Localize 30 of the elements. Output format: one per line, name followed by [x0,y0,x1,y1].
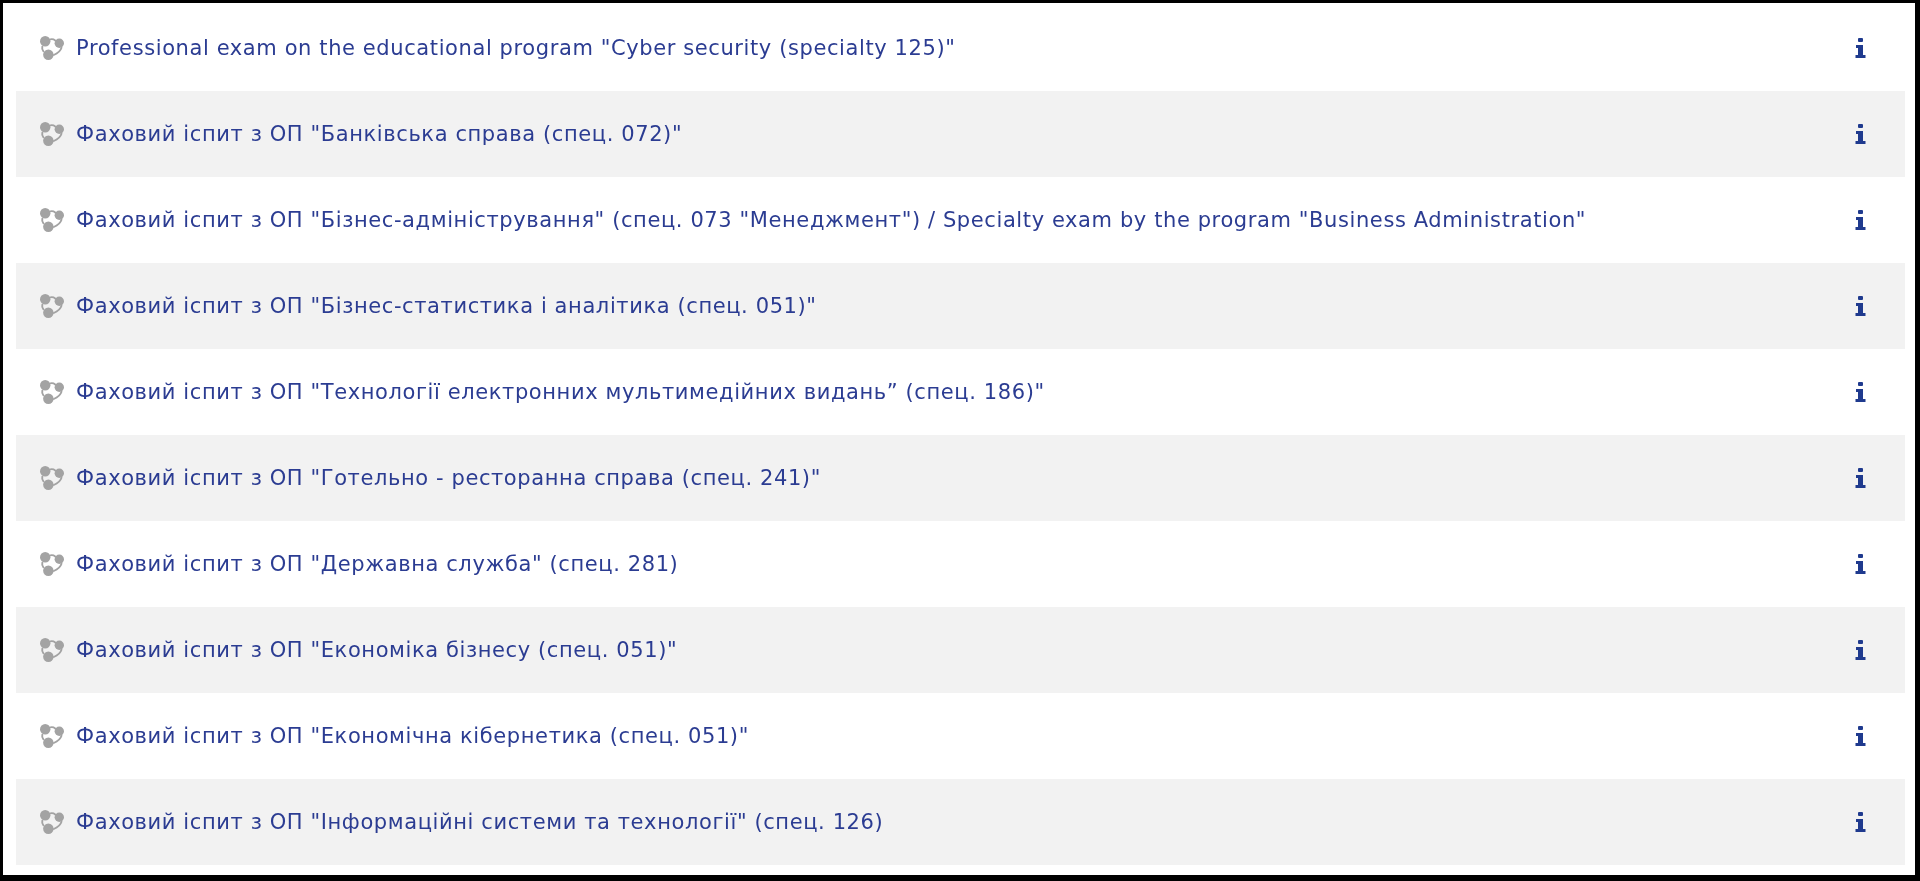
exam-link[interactable]: Фаховий іспит з ОП "Банківська справа (спец. 072)" [76,121,683,147]
exam-link[interactable]: Фаховий іспит з ОП "Бізнес-адміністрування" (спец. 073 "Менеджмент") / Specialty exam by the program "Business Administration" [76,207,1587,233]
info-icon[interactable] [1855,468,1866,488]
info-icon[interactable] [1855,554,1866,574]
dots-cycle-icon [40,208,64,232]
exam-link[interactable]: Professional exam on the educational program "Cyber security (specialty 125)" [76,35,956,61]
info-icon[interactable] [1855,812,1866,832]
exam-link[interactable]: Фаховий іспит з ОП "Інформаційні системи та технології" (спец. 126) [76,809,884,835]
dots-cycle-icon [40,552,64,576]
exam-link[interactable]: Фаховий іспит з ОП "Економіка бізнесу (спец. 051)" [76,637,678,663]
info-icon[interactable] [1855,210,1866,230]
exam-link[interactable]: Фаховий іспит з ОП "Економічна кібернетика (спец. 051)" [76,723,749,749]
info-icon[interactable] [1855,640,1866,660]
dots-cycle-icon [40,724,64,748]
info-icon[interactable] [1855,382,1866,402]
info-icon[interactable] [1855,124,1866,144]
info-icon[interactable] [1855,726,1866,746]
info-icon[interactable] [1855,296,1866,316]
exam-link[interactable]: Фаховий іспит з ОП "Технології електронних мультимедійних видань” (спец. 186)" [76,379,1045,405]
dots-cycle-icon [40,638,64,662]
dots-cycle-icon [40,810,64,834]
exam-link[interactable]: Фаховий іспит з ОП "Державна служба" (спец. 281) [76,551,679,577]
dots-cycle-icon [40,294,64,318]
exam-link[interactable]: Фаховий іспит з ОП "Бізнес-статистика і аналітика (спец. 051)" [76,293,817,319]
info-icon[interactable] [1855,38,1866,58]
exam-link[interactable]: Фаховий іспит з ОП "Готельно - ресторанна справа (спец. 241)" [76,465,821,491]
dots-cycle-icon [40,36,64,60]
dots-cycle-icon [40,122,64,146]
dots-cycle-icon [40,380,64,404]
dots-cycle-icon [40,466,64,490]
